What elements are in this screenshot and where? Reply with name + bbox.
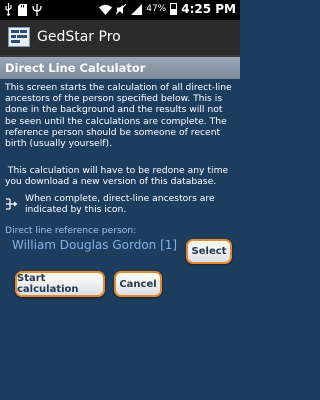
status-bar: 47% 4:25 PM: [0, 0, 240, 20]
signal-icon: [131, 3, 143, 15]
battery-icon: [170, 3, 178, 15]
battery-percent: 47%: [146, 4, 167, 14]
intro-text: This screen starts the calculation of al…: [5, 82, 232, 150]
status-right-icons: 47% 4:25 PM: [99, 2, 236, 16]
mute-icon: [116, 3, 127, 14]
psi-icon: [32, 3, 42, 16]
clock: 4:25 PM: [181, 2, 236, 16]
reference-person[interactable]: William Douglas Gordon [1]: [12, 238, 177, 252]
reference-label: Direct line reference person:: [5, 225, 137, 236]
usb-icon: [5, 3, 12, 16]
app-title: GedStar Pro: [37, 29, 121, 45]
app-bar: GedStar Pro: [0, 20, 240, 57]
wifi-icon: [99, 4, 113, 15]
select-button[interactable]: Select: [186, 239, 232, 264]
direct-line-ancestor-icon: [6, 198, 18, 210]
start-calculation-button[interactable]: Start calculation: [15, 271, 105, 297]
status-left-icons: [4, 3, 42, 16]
section-title: Direct Line Calculator: [0, 57, 240, 79]
gedstar-app-icon[interactable]: [8, 27, 30, 47]
legend-text: When complete, direct-line ancestors are…: [25, 193, 215, 216]
cancel-button[interactable]: Cancel: [114, 271, 162, 297]
redo-note-text: This calculation will have to be redone …: [5, 165, 229, 188]
sd-card-icon: [18, 3, 27, 16]
